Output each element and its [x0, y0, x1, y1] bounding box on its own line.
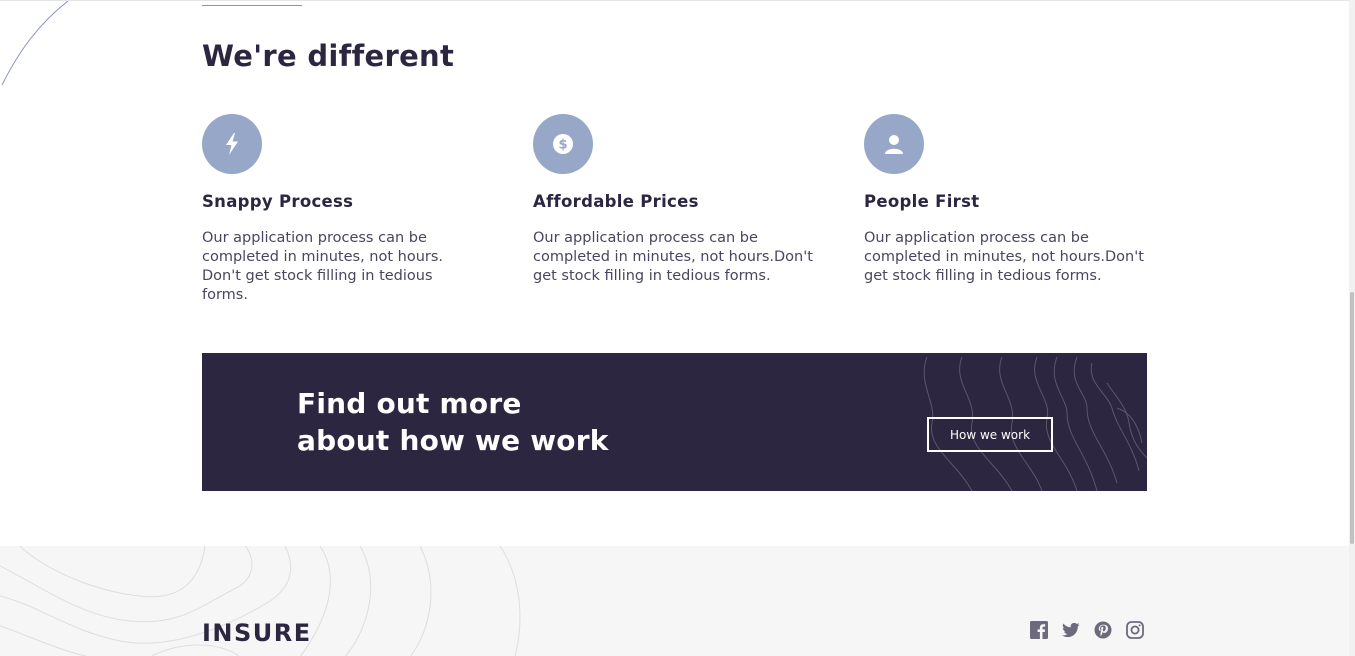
decorative-curve — [1, 1, 69, 86]
cta-title-line-1: Find out more — [297, 387, 522, 420]
scrollbar-thumb[interactable] — [1350, 292, 1354, 544]
page: We're different Snappy Process Our appli… — [0, 0, 1349, 656]
section-title: We're different — [202, 39, 455, 73]
lightning-icon — [202, 114, 262, 174]
feature-description: Our application process can be completed… — [202, 230, 444, 303]
cta-title-line-2: about how we work — [297, 424, 609, 457]
feature-title: Affordable Prices — [533, 192, 699, 211]
feature-title: Snappy Process — [202, 192, 354, 211]
footer-logo[interactable]: INSURE — [202, 619, 312, 647]
feature-snappy-process: Snappy Process Our application process c… — [202, 114, 462, 305]
pinterest-icon[interactable] — [1094, 621, 1112, 639]
twitter-icon[interactable] — [1062, 621, 1080, 639]
facebook-icon[interactable] — [1030, 621, 1048, 639]
feature-people-first: People First Our application process can… — [864, 114, 1154, 286]
footer: INSURE — [0, 546, 1349, 656]
person-icon — [864, 114, 924, 174]
dollar-icon: $ — [533, 114, 593, 174]
feature-affordable-prices: $ Affordable Prices Our application proc… — [533, 114, 823, 286]
feature-title: People First — [864, 192, 980, 211]
svg-text:$: $ — [558, 138, 567, 153]
cta-title: Find out more about how we work — [297, 385, 609, 459]
scrollbar[interactable] — [1349, 0, 1355, 656]
how-we-work-button[interactable]: How we work — [927, 417, 1053, 452]
section-divider — [202, 5, 302, 6]
instagram-icon[interactable] — [1126, 621, 1144, 639]
feature-description: Our application process can be completed… — [864, 230, 1144, 284]
cta-banner: Find out more about how we work How we w… — [202, 353, 1147, 491]
feature-description: Our application process can be completed… — [533, 230, 813, 284]
